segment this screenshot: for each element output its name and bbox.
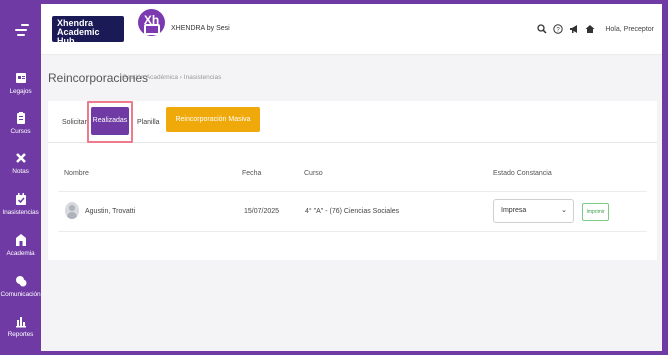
brand-name: XHENDRA by Sesi <box>171 25 230 32</box>
sidebar-item-label: Academia <box>6 250 35 257</box>
help-icon[interactable]: ? <box>553 24 563 34</box>
sidebar-item-notas[interactable]: Notas <box>0 151 41 175</box>
tab-solicitar[interactable]: Solicitar <box>62 119 87 126</box>
avatar <box>65 202 79 219</box>
sidebar-item-label: Legajos <box>9 88 32 95</box>
clipboard-icon <box>16 112 25 124</box>
school-icon <box>15 234 26 246</box>
sidebar: Legajos Cursos Notas Inasistencias Acade… <box>0 0 41 355</box>
tab-planilla[interactable]: Planilla <box>137 119 160 126</box>
top-icons: ? <box>537 23 595 35</box>
sidebar-item-inasistencias[interactable]: Inasistencias <box>0 192 41 216</box>
column-header-estado: Estado Constancia <box>493 170 552 177</box>
cell-nombre: Agustin, Trovatti <box>85 208 136 215</box>
sidebar-item-cursos[interactable]: Cursos <box>0 111 41 135</box>
table-card: Nombre Fecha Curso Estado Constancia Agu… <box>48 143 657 260</box>
cross-icon <box>15 153 26 163</box>
menu-toggle-icon[interactable] <box>13 23 29 37</box>
chevron-down-icon: ⌄ <box>561 207 567 214</box>
column-header-curso: Curso <box>304 170 323 177</box>
sidebar-item-legajos[interactable]: Legajos <box>0 71 41 95</box>
id-card-icon <box>15 73 26 83</box>
cell-curso: 4° "A" - (76) Ciencias Sociales <box>305 208 400 215</box>
sidebar-item-label: Reportes <box>7 331 34 338</box>
xhendra-logo: Xh <box>138 9 165 49</box>
reincorporacion-masiva-button[interactable]: Reincorporación Masiva <box>166 107 260 132</box>
main-content: Xhendra Academic Hub Xh XHENDRA by Sesi … <box>41 4 662 351</box>
sidebar-item-reportes[interactable]: Reportes <box>0 314 41 338</box>
sidebar-item-label: Notas <box>12 168 29 175</box>
search-icon[interactable] <box>537 24 547 34</box>
sidebar-item-label: Comunicación <box>0 291 41 298</box>
tab-realizadas[interactable]: Realizadas <box>91 107 129 135</box>
column-header-nombre: Nombre <box>64 170 89 177</box>
imprimir-button[interactable]: Imprimir <box>582 203 609 221</box>
chat-icon <box>15 276 26 287</box>
sidebar-item-label: Inasistencias <box>2 209 39 216</box>
calendar-check-icon <box>15 193 26 205</box>
cell-fecha: 15/07/2025 <box>244 208 280 215</box>
table-row: Agustin, Trovatti 15/07/2025 4° "A" - (7… <box>58 192 647 232</box>
megaphone-icon[interactable] <box>569 24 579 34</box>
top-bar: Xhendra Academic Hub Xh XHENDRA by Sesi … <box>41 4 662 55</box>
sidebar-item-academia[interactable]: Academia <box>0 233 41 257</box>
sidebar-item-label: Cursos <box>10 128 31 135</box>
home-icon[interactable] <box>585 24 595 34</box>
tabs-bar: Solicitar Realizadas Planilla Reincorpor… <box>48 101 657 143</box>
academic-hub-logo[interactable]: Xhendra Academic Hub <box>52 16 124 46</box>
estado-constancia-select[interactable]: Impresa ⌄ <box>493 199 574 223</box>
user-greeting[interactable]: Hola, Preceptor <box>605 26 654 33</box>
select-value: Impresa <box>501 207 527 214</box>
sidebar-item-comunicacion[interactable]: Comunicación <box>0 274 41 298</box>
column-header-fecha: Fecha <box>242 170 262 177</box>
bar-chart-icon <box>15 317 26 328</box>
breadcrumb: Gestión Académica › Inasistencias <box>122 74 222 81</box>
